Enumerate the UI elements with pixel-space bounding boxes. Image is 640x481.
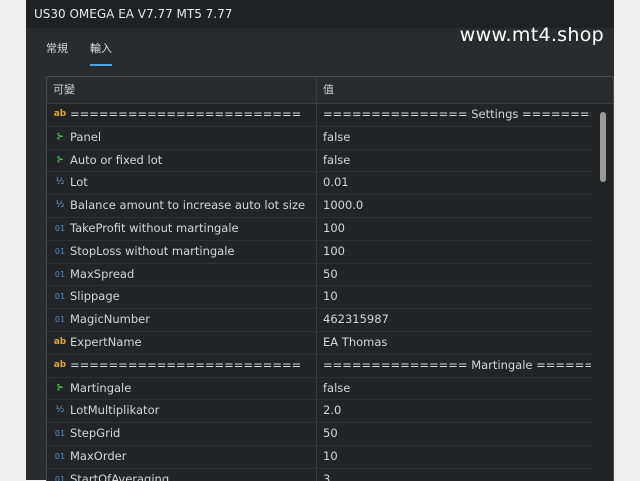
variable-name: StopLoss without martingale [70,243,235,258]
watermark-text: www.mt4.shop [459,24,604,46]
variable-cell: 01 Slippage [47,286,317,309]
string-type-icon: ab [53,109,67,119]
variable-name: LotMultiplikator [70,403,160,418]
table-row[interactable]: 01 Slippage 10 [47,286,592,310]
value-cell[interactable]: 100 [317,241,591,263]
value-cell[interactable]: false [317,127,591,149]
variable-name: StepGrid [70,426,121,441]
variable-cell: 01 StopLoss without martingale [47,240,317,263]
table-row[interactable]: ⊱ Auto or fixed lot false [47,149,592,173]
variable-name: MagicNumber [70,312,150,327]
tab-bar: 常規 輸入 [46,40,112,66]
integer-type-icon: 01 [54,315,66,325]
tab-inputs[interactable]: 輸入 [90,40,112,66]
integer-type-icon: 01 [54,429,66,439]
value-cell[interactable]: 2.0 [317,400,591,422]
inputs-grid: 可變 值 ab ======================== =========… [46,76,614,481]
string-type-icon: ab [53,359,67,370]
variable-name: ======================== [70,357,302,372]
table-row[interactable]: ab ======================== ==============… [47,104,592,127]
variable-cell: ⊱ Panel [47,126,317,149]
value-cell[interactable]: false [317,150,591,172]
table-row[interactable]: ⊱ Martingale false [47,377,592,401]
variable-name: ExpertName [70,334,142,349]
value-cell[interactable]: false [317,378,591,400]
variable-name: Lot [70,175,88,190]
variable-name: ======================== [70,107,302,121]
table-row[interactable]: 01 TakeProfit without martingale 100 [47,217,592,241]
variable-cell: 01 StartOfAveraging [47,468,317,481]
variable-name: MaxOrder [70,448,127,463]
variable-cell: ⊱ Auto or fixed lot [47,149,317,172]
integer-type-icon: 01 [54,451,66,461]
value-cell[interactable]: 10 [317,286,591,308]
table-row[interactable]: 01 MaxOrder 10 [47,445,592,469]
table-row[interactable]: ½ Balance amount to increase auto lot siz… [47,195,592,218]
variable-cell: ½ Lot [47,172,317,195]
table-row[interactable]: ab ExpertName EA Thomas [47,331,592,355]
double-type-icon: ½ [55,200,65,211]
value-cell[interactable]: 50 [317,264,591,286]
variable-name: TakeProfit without martingale [70,220,239,235]
variable-name: Martingale [70,380,132,395]
integer-type-icon: 01 [54,223,66,233]
value-cell[interactable]: 10 [317,446,591,468]
string-type-icon: ab [53,336,67,347]
boolean-type-icon: ⊱ [56,154,64,165]
integer-type-icon: 01 [54,474,66,481]
value-cell[interactable]: 1000.0 [317,195,591,217]
variable-name: Balance amount to increase auto lot size [70,198,306,213]
table-row[interactable]: 01 StopLoss without martingale 100 [47,240,592,264]
integer-type-icon: 01 [54,269,66,279]
value-cell[interactable]: 0.01 [317,172,591,194]
variable-cell: 01 StepGrid [47,423,317,445]
table-row[interactable]: 01 StepGrid 50 [47,423,592,446]
value-cell[interactable]: 100 [317,218,591,240]
boolean-type-icon: ⊱ [56,382,64,393]
tab-common[interactable]: 常規 [46,40,68,64]
table-row[interactable]: 01 MagicNumber 462315987 [47,309,592,332]
variable-cell: ½ LotMultiplikator [47,400,317,423]
ea-properties-window: US30 OMEGA EA V7.77 MT5 7.77 常規 輸入 可變 值 … [26,0,614,481]
scroll-thumb[interactable] [600,112,606,182]
boolean-type-icon: ⊱ [56,131,64,142]
double-type-icon: ½ [55,405,65,416]
value-cell[interactable]: =============== Settings ======== [317,104,591,126]
variable-cell: 01 TakeProfit without martingale [47,217,317,240]
column-header-value[interactable]: 值 [317,77,591,103]
double-type-icon: ½ [55,177,65,188]
vertical-scrollbar[interactable] [593,104,613,481]
integer-type-icon: 01 [54,292,66,302]
variable-cell: 01 MagicNumber [47,309,317,331]
value-cell[interactable]: 3 [317,469,591,481]
table-row[interactable]: ab ======================== ==============… [47,354,592,378]
grid-rows: ab ======================== ==============… [47,104,592,481]
table-row[interactable]: ½ LotMultiplikator 2.0 [47,400,592,424]
variable-cell: ab ======================== [47,104,317,126]
variable-name: MaxSpread [70,266,135,281]
variable-name: Slippage [70,289,120,304]
integer-type-icon: 01 [54,246,66,256]
variable-cell: ½ Balance amount to increase auto lot siz… [47,195,317,217]
variable-cell: ⊱ Martingale [47,377,317,400]
grid-header: 可變 值 [47,77,613,104]
table-row[interactable]: ⊱ Panel false [47,126,592,150]
table-row[interactable]: ½ Lot 0.01 [47,172,592,196]
variable-name: Auto or fixed lot [70,152,163,167]
table-row[interactable]: 01 StartOfAveraging 3 [47,468,592,481]
variable-name: StartOfAveraging [70,471,170,481]
variable-cell: ab ======================== [47,354,317,377]
variable-name: Panel [70,129,102,144]
value-cell[interactable]: 50 [317,423,591,445]
table-row[interactable]: 01 MaxSpread 50 [47,263,592,287]
value-cell[interactable]: 462315987 [317,309,591,331]
value-cell[interactable]: =============== Martingale ====== [317,355,591,377]
variable-cell: 01 MaxSpread [47,263,317,286]
column-header-variable[interactable]: 可變 [47,77,317,103]
variable-cell: ab ExpertName [47,331,317,354]
variable-cell: 01 MaxOrder [47,445,317,468]
value-cell[interactable]: EA Thomas [317,332,591,354]
